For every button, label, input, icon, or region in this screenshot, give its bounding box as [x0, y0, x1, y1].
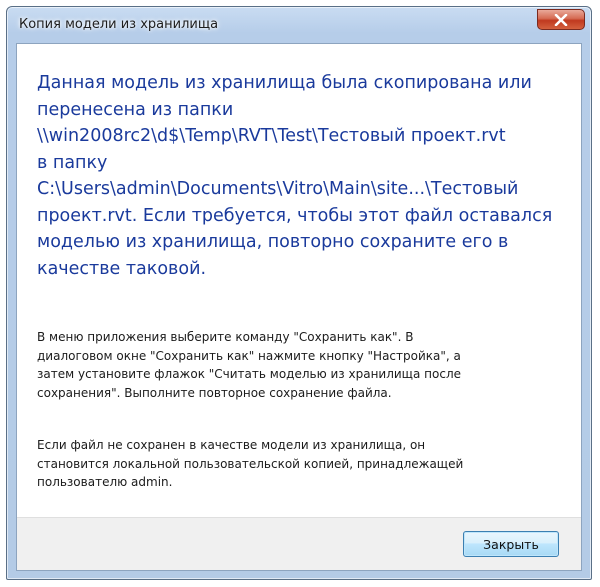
dialog-footer: Закрыть	[17, 517, 581, 570]
window-close-button[interactable]	[537, 9, 585, 30]
dialog-content: Данная модель из хранилища была скопиров…	[16, 43, 582, 571]
instruction-paragraph: В меню приложения выберите команду "Сохр…	[37, 330, 461, 400]
dialog-window: Копия модели из хранилища Данная модель …	[6, 6, 592, 580]
close-button[interactable]: Закрыть	[463, 531, 559, 557]
title-bar[interactable]: Копия модели из хранилища	[7, 7, 591, 43]
info-paragraph: Если файл не сохранен в качестве модели …	[37, 438, 464, 489]
main-instruction-text: Данная модель из хранилища была скопиров…	[37, 73, 553, 279]
close-icon	[554, 13, 568, 26]
window-title: Копия модели из хранилища	[19, 17, 219, 32]
